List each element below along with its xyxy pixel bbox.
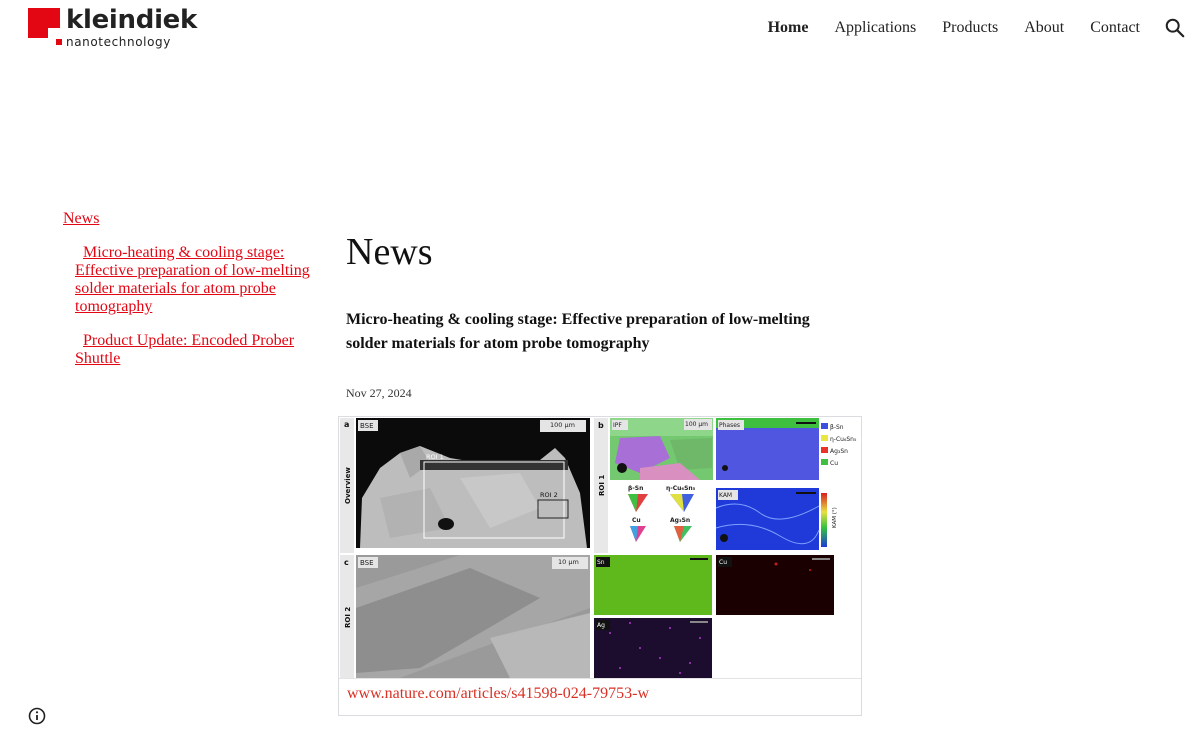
kam-axis-label: KAM (°) bbox=[832, 507, 838, 528]
nav-applications[interactable]: Applications bbox=[834, 18, 916, 38]
sidebar-link-news[interactable]: News bbox=[63, 210, 323, 228]
sidebar-link-micro-heating[interactable]: Micro-heating & cooling stage: Effective… bbox=[63, 244, 323, 316]
panel-b-letter: b bbox=[598, 421, 604, 430]
triangle-label-ag3sn: Ag₃Sn bbox=[670, 517, 690, 524]
triangle-label-cu6sn5: η-Cu₆Sn₅ bbox=[666, 485, 696, 492]
sidebar: News Micro-heating & cooling stage: Effe… bbox=[63, 210, 323, 384]
nav-about[interactable]: About bbox=[1024, 18, 1064, 38]
search-icon[interactable] bbox=[1164, 17, 1186, 39]
main-content: News Micro-heating & cooling stage: Effe… bbox=[346, 230, 866, 401]
post-figure-image: a c Overview ROI 2 BSE 100 µm ROI 1 ROI … bbox=[340, 418, 860, 678]
post-embed-card: a c Overview ROI 2 BSE 100 µm ROI 1 ROI … bbox=[338, 416, 862, 716]
panel-c-mode: BSE bbox=[360, 559, 374, 567]
site-logo[interactable]: kleindiek nanotechnology bbox=[28, 5, 197, 50]
sidebar-link-encoded-prober[interactable]: Product Update: Encoded Prober Shuttle bbox=[63, 332, 323, 368]
ipf-scale: 100 µm bbox=[685, 421, 708, 428]
row-label-roi2: ROI 2 bbox=[344, 607, 352, 628]
map-sn-label: Sn bbox=[597, 559, 605, 566]
triangle-label-cu: Cu bbox=[632, 517, 641, 524]
panel-a-letter: a bbox=[344, 420, 349, 429]
legend-cu6sn5: η-Cu₆Sn₅ bbox=[830, 436, 857, 443]
nav-products[interactable]: Products bbox=[942, 18, 998, 38]
ipf-label: IPF bbox=[613, 422, 622, 429]
map-ag-label: Ag bbox=[597, 622, 605, 629]
card-divider bbox=[339, 678, 861, 679]
post-date: Nov 27, 2024 bbox=[346, 386, 412, 400]
logo-mark-dot bbox=[56, 39, 62, 45]
triangle-label-bsn: β-Sn bbox=[628, 485, 643, 492]
row-label-overview: Overview bbox=[344, 467, 352, 504]
legend-cu: Cu bbox=[830, 460, 838, 467]
info-icon[interactable] bbox=[27, 706, 47, 726]
article-link[interactable]: www.nature.com/articles/s41598-024-79753… bbox=[347, 685, 649, 703]
panel-a-mode: BSE bbox=[360, 422, 374, 430]
page-title: News bbox=[346, 231, 433, 273]
map-cu-label: Cu bbox=[719, 559, 727, 566]
main-nav: Home Applications Products About Contact bbox=[768, 18, 1140, 38]
logo-wordmark: kleindiek bbox=[66, 5, 198, 35]
panel-c-scale: 10 µm bbox=[558, 558, 579, 566]
row-label-roi1: ROI 1 bbox=[598, 475, 606, 496]
post-title: Micro-heating & cooling stage: Effective… bbox=[346, 311, 810, 352]
nav-home[interactable]: Home bbox=[768, 18, 809, 38]
legend-ag3sn: Ag₃Sn bbox=[830, 448, 848, 455]
roi2-label: ROI 2 bbox=[540, 491, 558, 499]
panel-c-letter: c bbox=[344, 558, 349, 567]
nav-contact[interactable]: Contact bbox=[1090, 18, 1140, 38]
roi1-label: ROI 1 bbox=[426, 453, 444, 461]
kam-label: KAM bbox=[719, 492, 732, 499]
panel-a-scale: 100 µm bbox=[550, 421, 575, 429]
logo-subtitle: nanotechnology bbox=[66, 35, 171, 49]
logo-mark bbox=[28, 8, 60, 38]
phases-label: Phases bbox=[719, 422, 740, 429]
legend-bsn: β-Sn bbox=[830, 424, 844, 431]
